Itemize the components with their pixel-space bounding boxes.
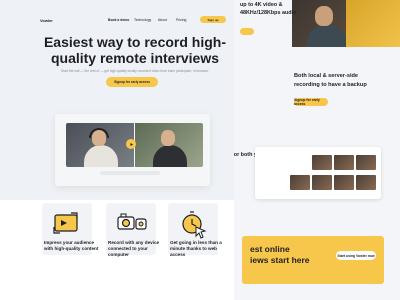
nav-item-about[interactable]: About <box>158 18 167 22</box>
camera-device-icon <box>117 213 147 230</box>
recording-toolbar <box>100 171 160 175</box>
spec-line-2: 48KHz/128Kbps audio <box>240 10 297 16</box>
backup-cta-button[interactable]: Signup for early access <box>294 98 328 106</box>
participant-thumb <box>312 155 332 170</box>
page-title: Easiest way to record high-quality remot… <box>43 34 227 66</box>
participant-thumb <box>334 155 354 170</box>
brand-logo[interactable]: Vowler <box>40 18 53 23</box>
participant-thumb <box>356 175 376 190</box>
participant-thumb <box>312 175 332 190</box>
nav-item-book-demo[interactable]: Book a demo <box>108 18 129 22</box>
spec-cta-button[interactable] <box>240 28 254 35</box>
participant-video <box>135 123 203 167</box>
nav-item-technology[interactable]: Technology <box>134 18 151 22</box>
play-icon[interactable] <box>126 139 136 149</box>
start-using-button[interactable]: Start using Vowler now <box>336 251 376 260</box>
backup-line-2: recording to have a backup <box>294 82 367 88</box>
cta-line-1: est online <box>250 244 290 254</box>
backup-line-1: Both local & server-side <box>294 73 359 79</box>
participant-thumb <box>356 155 376 170</box>
participant-thumb <box>290 175 310 190</box>
camera-frame-icon <box>53 212 78 234</box>
recording-panel <box>255 147 381 199</box>
nav-item-pricing[interactable]: Pricing <box>176 18 186 22</box>
front-page: Vowler Book a demo Technology About Pric… <box>0 0 234 300</box>
spec-line-1: up to 4K video & <box>240 2 283 8</box>
participant-video <box>66 123 134 167</box>
hero-subtitle: Start the call — the rest of — get high-… <box>61 69 209 73</box>
top-navigation: Vowler Book a demo Technology About Pric… <box>0 0 234 30</box>
feature-text-device: Record with any device connected to your… <box>108 240 160 257</box>
speaker-photo <box>292 0 400 47</box>
clock-cursor-icon <box>182 211 207 239</box>
feature-text-quality: Impress your audience with high-quality … <box>44 240 99 251</box>
participant-thumb <box>334 175 354 190</box>
cta-line-2: iews start here <box>250 255 310 265</box>
feature-text-speed: Get going in less than a minute thanks t… <box>170 240 222 257</box>
signup-button[interactable]: Sign up <box>200 16 226 23</box>
early-access-button[interactable]: Signup for early access <box>106 77 158 87</box>
